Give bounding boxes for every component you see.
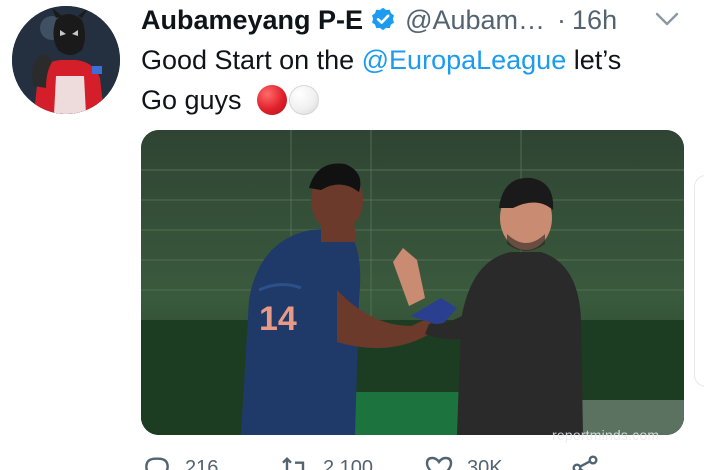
share-button[interactable]	[569, 452, 601, 470]
avatar-image	[12, 6, 120, 114]
tweet-photo[interactable]: 14	[141, 130, 684, 435]
display-name[interactable]: Aubameyang P-E	[141, 5, 363, 36]
separator-dot: ·	[557, 4, 567, 35]
tweet-header: Aubameyang P-E @Aubam… · 16h	[141, 2, 617, 38]
share-icon	[572, 455, 598, 470]
tweet-text: Good Start on the @EuropaLeague let’s Go…	[141, 40, 691, 120]
verified-badge-icon	[372, 7, 395, 31]
tweet-text-part: Go guys	[141, 85, 242, 115]
action-bar: 216 2,100 30K	[141, 452, 611, 470]
retweet-icon	[282, 456, 305, 470]
like-count: 30K	[467, 456, 503, 470]
reply-count: 216	[185, 456, 219, 470]
retweet-count: 2,100	[323, 456, 374, 470]
photo-image: 14	[141, 130, 684, 435]
chevron-down-icon[interactable]	[653, 8, 681, 30]
retweet-button[interactable]: 2,100	[279, 452, 373, 470]
mention-link[interactable]: @EuropaLeague	[362, 45, 567, 75]
photo-watermark: reportminds.com	[552, 427, 660, 443]
tweet-text-part: Good Start on the	[141, 45, 362, 75]
heart-icon	[425, 456, 453, 470]
side-panel-edge	[694, 175, 704, 387]
reply-button[interactable]: 216	[141, 452, 218, 470]
like-button[interactable]: 30K	[423, 452, 503, 470]
tweet[interactable]: Aubameyang P-E @Aubam… · 16h Good Start …	[0, 0, 704, 470]
handle[interactable]: @Aubam…	[405, 5, 545, 36]
reply-icon	[145, 457, 169, 470]
red-circle-emoji	[257, 85, 288, 115]
avatar[interactable]	[12, 6, 120, 114]
timestamp[interactable]: 16h	[572, 5, 617, 36]
svg-text:14: 14	[259, 300, 297, 338]
white-circle-emoji	[289, 85, 320, 115]
tweet-text-part: let’s	[566, 45, 622, 75]
